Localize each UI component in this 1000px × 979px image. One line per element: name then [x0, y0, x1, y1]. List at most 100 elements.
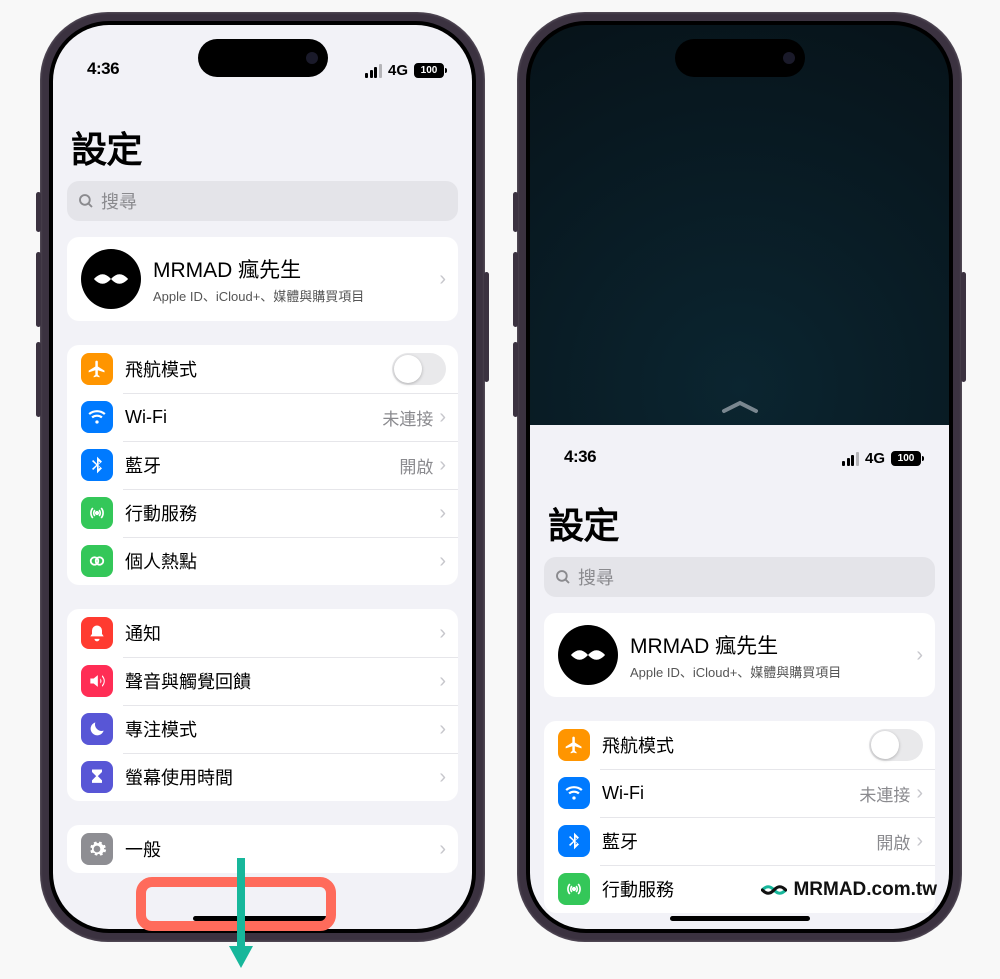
airplane-toggle[interactable]: [392, 353, 446, 385]
dynamic-island: [198, 39, 328, 77]
side-button: [36, 252, 41, 327]
row-label: 專注模式: [125, 716, 439, 742]
row-bluetooth[interactable]: 藍牙 開啟 ›: [544, 817, 935, 865]
phone-frame-right: 4:36 4G 100 設定 搜尋: [517, 12, 962, 942]
chevron-right-icon: ›: [916, 644, 923, 667]
chevron-right-icon: ›: [439, 502, 446, 525]
airplane-icon: [558, 729, 590, 761]
row-label: 通知: [125, 620, 439, 646]
cellular-icon: [558, 873, 590, 905]
row-label: 飛航模式: [125, 356, 392, 382]
search-field[interactable]: 搜尋: [67, 181, 458, 221]
row-general[interactable]: 一般 ›: [67, 825, 458, 873]
side-button: [513, 192, 518, 232]
phone-frame-left: 4:36 4G 100 設定 搜尋 MRMAD 瘋先生: [40, 12, 485, 942]
row-label: 飛航模式: [602, 732, 869, 758]
row-wifi[interactable]: Wi-Fi 未連接 ›: [544, 769, 935, 817]
signal-icon: [842, 452, 859, 466]
annotation-arrow-down-icon: [229, 858, 253, 968]
status-bar: 4:36 4G 100: [530, 425, 949, 469]
hotspot-icon: [81, 545, 113, 577]
row-label: 聲音與觸覺回饋: [125, 668, 439, 694]
chevron-right-icon: ›: [916, 830, 923, 853]
row-label: Wi-Fi: [602, 783, 859, 804]
side-button: [36, 192, 41, 232]
row-airplane[interactable]: 飛航模式: [67, 345, 458, 393]
airplane-toggle[interactable]: [869, 729, 923, 761]
chevron-right-icon: ›: [439, 670, 446, 693]
row-label: 藍牙: [125, 452, 399, 478]
reachability-handle-icon[interactable]: [720, 399, 760, 420]
apple-id-row[interactable]: MRMAD 瘋先生 Apple ID、iCloud+、媒體與購買項目 ›: [544, 613, 935, 697]
side-button: [513, 252, 518, 327]
bell-icon: [81, 617, 113, 649]
status-time: 4:36: [564, 447, 596, 467]
side-button: [36, 342, 41, 417]
row-hotspot[interactable]: 個人熱點 ›: [67, 537, 458, 585]
bluetooth-icon: [558, 825, 590, 857]
network-label: 4G: [865, 450, 885, 467]
row-label: 個人熱點: [125, 548, 439, 574]
row-label: 螢幕使用時間: [125, 764, 439, 790]
bluetooth-icon: [81, 449, 113, 481]
home-indicator[interactable]: [670, 916, 810, 921]
wifi-icon: [558, 777, 590, 809]
row-label: Wi-Fi: [125, 407, 382, 428]
row-airplane[interactable]: 飛航模式: [544, 721, 935, 769]
row-label: 藍牙: [602, 828, 876, 854]
chevron-right-icon: ›: [439, 766, 446, 789]
watermark-text: MRMAD.com.tw: [793, 879, 937, 901]
search-icon: [77, 192, 95, 210]
watermark: MRMAD.com.tw: [761, 877, 937, 903]
side-button: [961, 272, 966, 382]
hourglass-icon: [81, 761, 113, 793]
search-placeholder: 搜尋: [578, 564, 614, 590]
chevron-right-icon: ›: [439, 622, 446, 645]
apple-id-subtitle: Apple ID、iCloud+、媒體與購買項目: [630, 662, 916, 681]
search-field[interactable]: 搜尋: [544, 557, 935, 597]
battery-icon: 100: [414, 63, 444, 78]
chevron-right-icon: ›: [439, 454, 446, 477]
screen-right: 4:36 4G 100 設定 搜尋: [530, 25, 949, 929]
network-label: 4G: [388, 62, 408, 79]
status-time: 4:36: [87, 59, 119, 79]
chevron-right-icon: ›: [439, 268, 446, 291]
apple-id-name: MRMAD 瘋先生: [630, 630, 916, 660]
avatar: [81, 249, 141, 309]
apple-id-row[interactable]: MRMAD 瘋先生 Apple ID、iCloud+、媒體與購買項目 ›: [67, 237, 458, 321]
signal-icon: [365, 64, 382, 78]
row-wifi[interactable]: Wi-Fi 未連接 ›: [67, 393, 458, 441]
row-sounds[interactable]: 聲音與觸覺回饋 ›: [67, 657, 458, 705]
row-bluetooth[interactable]: 藍牙 開啟 ›: [67, 441, 458, 489]
search-icon: [554, 568, 572, 586]
reachability-shifted-view: 4:36 4G 100 設定 搜尋: [530, 425, 949, 929]
row-label: 一般: [125, 836, 439, 862]
side-button: [513, 342, 518, 417]
screen-left: 4:36 4G 100 設定 搜尋 MRMAD 瘋先生: [53, 25, 472, 929]
row-value: 未連接: [382, 405, 433, 430]
row-label: 行動服務: [125, 500, 439, 526]
row-value: 未連接: [859, 781, 910, 806]
row-value: 開啟: [876, 829, 910, 854]
wifi-icon: [81, 401, 113, 433]
row-focus[interactable]: 專注模式 ›: [67, 705, 458, 753]
chevron-right-icon: ›: [439, 406, 446, 429]
apple-id-name: MRMAD 瘋先生: [153, 254, 439, 284]
search-placeholder: 搜尋: [101, 188, 137, 214]
speaker-icon: [81, 665, 113, 697]
row-notifications[interactable]: 通知 ›: [67, 609, 458, 657]
cellular-icon: [81, 497, 113, 529]
airplane-icon: [81, 353, 113, 385]
watermark-logo-icon: [761, 877, 787, 903]
page-title: 設定: [71, 121, 458, 173]
chevron-right-icon: ›: [439, 550, 446, 573]
page-title: 設定: [548, 497, 935, 549]
dynamic-island: [675, 39, 805, 77]
side-button: [484, 272, 489, 382]
row-value: 開啟: [399, 453, 433, 478]
chevron-right-icon: ›: [439, 838, 446, 861]
battery-icon: 100: [891, 451, 921, 466]
apple-id-subtitle: Apple ID、iCloud+、媒體與購買項目: [153, 286, 439, 305]
row-screentime[interactable]: 螢幕使用時間 ›: [67, 753, 458, 801]
row-cellular[interactable]: 行動服務 ›: [67, 489, 458, 537]
